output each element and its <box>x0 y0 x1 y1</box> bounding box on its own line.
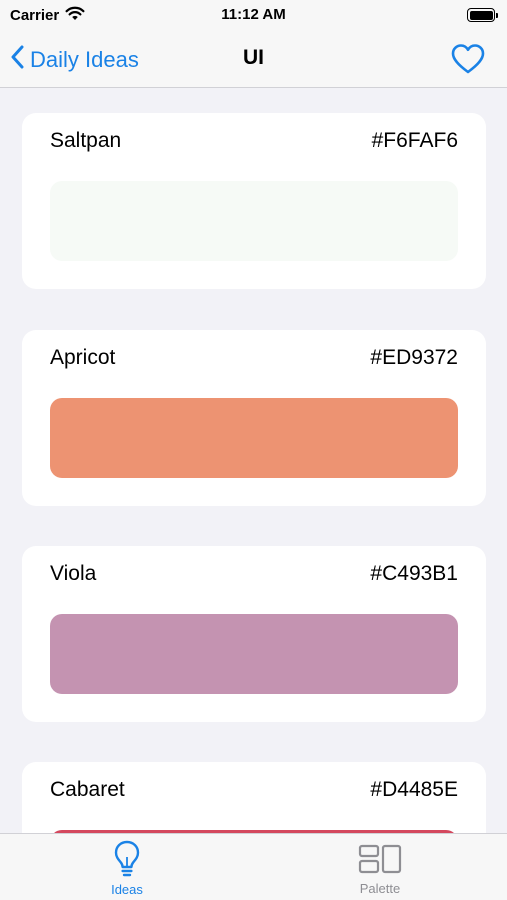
color-card[interactable]: Apricot #ED9372 <box>22 330 486 506</box>
color-list[interactable]: Saltpan #F6FAF6 Apricot #ED9372 Viola #C… <box>0 89 507 833</box>
color-card[interactable]: Saltpan #F6FAF6 <box>22 113 486 289</box>
heart-outline-icon <box>451 44 485 79</box>
color-hex: #F6FAF6 <box>371 129 458 152</box>
color-hex: #D4485E <box>370 778 458 801</box>
color-swatch <box>50 181 458 261</box>
page-title: UI <box>243 46 264 69</box>
status-time: 11:12 AM <box>221 6 286 23</box>
color-card[interactable]: Cabaret #D4485E <box>22 762 486 833</box>
color-hex: #C493B1 <box>370 562 458 585</box>
color-swatch <box>50 614 458 694</box>
battery-icon <box>467 8 498 22</box>
tab-palette-label: Palette <box>359 881 401 896</box>
navigation-bar: Daily Ideas UI <box>0 32 507 88</box>
color-hex: #ED9372 <box>370 346 458 369</box>
favorite-button[interactable] <box>451 43 485 75</box>
tab-ideas-label: Ideas <box>111 882 143 897</box>
color-name: Apricot <box>50 346 116 369</box>
lightbulb-icon <box>105 840 149 878</box>
tab-ideas[interactable]: Ideas <box>67 840 187 897</box>
palette-grid-icon <box>358 840 402 877</box>
color-name: Cabaret <box>50 778 125 801</box>
color-swatch <box>50 398 458 478</box>
tab-bar: Ideas Palette <box>0 833 507 900</box>
color-card[interactable]: Viola #C493B1 <box>22 546 486 722</box>
status-bar: Carrier 11:12 AM <box>0 0 507 32</box>
tab-palette[interactable]: Palette <box>320 840 440 896</box>
color-name: Saltpan <box>50 129 122 152</box>
color-name: Viola <box>50 562 97 585</box>
